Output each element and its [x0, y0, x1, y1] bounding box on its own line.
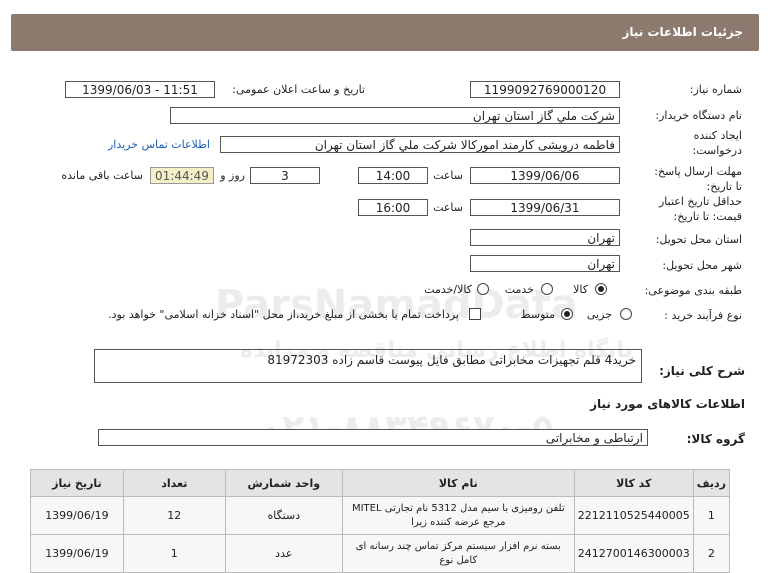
requester-label-line1: ایجاد کننده — [693, 129, 742, 142]
col-unit: واحد شمارش — [224, 469, 343, 497]
delivery-province-label: استان محل تحویل: — [655, 233, 742, 246]
category-option-goods: کالا — [573, 283, 588, 296]
process-radio-medium[interactable] — [561, 308, 573, 320]
cell-row-number: 2 — [692, 534, 731, 573]
need-number-field: 1199092769000120 — [470, 81, 620, 98]
cell-unit: دستگاه — [224, 496, 343, 535]
process-option-medium: متوسط — [520, 308, 555, 321]
response-deadline-time: 14:00 — [358, 167, 428, 184]
buyer-org-field: شرکت ملي گاز استان تهران — [170, 107, 620, 124]
response-time-label: ساعت — [433, 169, 463, 182]
cell-item-name: تلفن رومیزی با سیم مدل 5312 نام تجارتی M… — [341, 496, 575, 535]
treasury-payment-note: پرداخت تمام یا بخشی از مبلغ خرید،از محل … — [108, 308, 459, 321]
cell-unit: عدد — [224, 534, 343, 573]
category-radio-service[interactable] — [541, 283, 553, 295]
price-validity-time-label: ساعت — [433, 201, 463, 214]
announce-datetime-label: تاریخ و ساعت اعلان عمومی: — [232, 83, 365, 96]
category-option-service: خدمت — [504, 283, 534, 296]
cell-quantity: 12 — [122, 496, 226, 535]
purchase-process-label: نوع فرآیند خرید : — [664, 309, 742, 322]
page-header: جزئیات اطلاعات نیاز — [11, 14, 759, 51]
need-number-label: شماره نیاز: — [689, 83, 742, 96]
category-radio-goods[interactable] — [595, 283, 607, 295]
buyer-contact-link[interactable]: اطلاعات تماس خریدار — [108, 138, 210, 151]
col-item-name: نام کالا — [341, 469, 575, 497]
table-row: 1 2212110525440005 تلفن رومیزی با سیم مد… — [30, 496, 731, 535]
delivery-city-field: تهران — [470, 255, 620, 272]
remaining-days: 3 — [250, 167, 320, 184]
price-validity-label-line1: حداقل تاریخ اعتبار — [658, 195, 742, 208]
delivery-city-label: شهر محل تحویل: — [662, 259, 742, 272]
cell-need-date: 1399/06/19 — [30, 496, 124, 535]
response-deadline-label-line1: مهلت ارسال پاسخ: — [654, 165, 742, 178]
process-option-minor: جزیی — [586, 308, 612, 321]
goods-group-label: گروه کالا: — [686, 432, 745, 446]
remaining-time-label: ساعت باقی مانده — [61, 169, 143, 182]
cell-row-number: 1 — [692, 496, 731, 535]
col-quantity: تعداد — [122, 469, 226, 497]
col-need-date: تاریخ نیاز — [30, 469, 124, 497]
goods-group-field: ارتباطی و مخابراتی — [98, 429, 648, 446]
summary-description: خرید4 قلم تجهیزات مخابراتی مطابق فایل پی… — [94, 349, 642, 383]
buyer-org-label: نام دستگاه خریدار: — [655, 109, 742, 122]
price-validity-time: 16:00 — [358, 199, 428, 216]
summary-label: شرح کلی نیاز: — [659, 364, 745, 378]
treasury-payment-checkbox[interactable] — [469, 308, 481, 320]
response-deadline-date: 1399/06/06 — [470, 167, 620, 184]
cell-item-code: 2412700146300003 — [573, 534, 694, 573]
price-validity-label-line2: قیمت: تا تاریخ: — [673, 210, 742, 223]
requester-label-line2: درخواست: — [692, 144, 742, 157]
table-row: 2 2412700146300003 بسته نرم افزار سیستم … — [30, 534, 731, 573]
cell-item-code: 2212110525440005 — [573, 496, 694, 535]
remaining-time-counter: 01:44:49 — [150, 167, 214, 184]
requester-field: فاطمه درویشی کارمند امورکالا شرکت ملي گا… — [220, 136, 620, 153]
announce-datetime-field: 1399/06/03 - 11:51 — [65, 81, 215, 98]
goods-table-header: ردیف کد کالا نام کالا واحد شمارش تعداد ت… — [30, 469, 731, 497]
goods-info-title: اطلاعات کالاهای مورد نیاز — [590, 397, 745, 411]
category-radio-goods-service[interactable] — [477, 283, 489, 295]
delivery-province-field: تهران — [470, 229, 620, 246]
response-deadline-label-line2: تا تاریخ: — [706, 180, 742, 193]
price-validity-date: 1399/06/31 — [470, 199, 620, 216]
cell-item-name: بسته نرم افزار سیستم مرکز تماس چند رسانه… — [341, 534, 575, 573]
process-radio-minor[interactable] — [620, 308, 632, 320]
category-label: طبقه بندی موضوعی: — [644, 284, 742, 297]
cell-need-date: 1399/06/19 — [30, 534, 124, 573]
category-option-goods-service: کالا/خدمت — [424, 283, 472, 296]
col-row-number: ردیف — [692, 469, 731, 497]
goods-table: ردیف کد کالا نام کالا واحد شمارش تعداد ت… — [30, 469, 731, 573]
page-title: جزئیات اطلاعات نیاز — [622, 25, 743, 39]
col-item-code: کد کالا — [573, 469, 694, 497]
cell-quantity: 1 — [122, 534, 226, 573]
remaining-days-label: روز و — [220, 169, 245, 182]
